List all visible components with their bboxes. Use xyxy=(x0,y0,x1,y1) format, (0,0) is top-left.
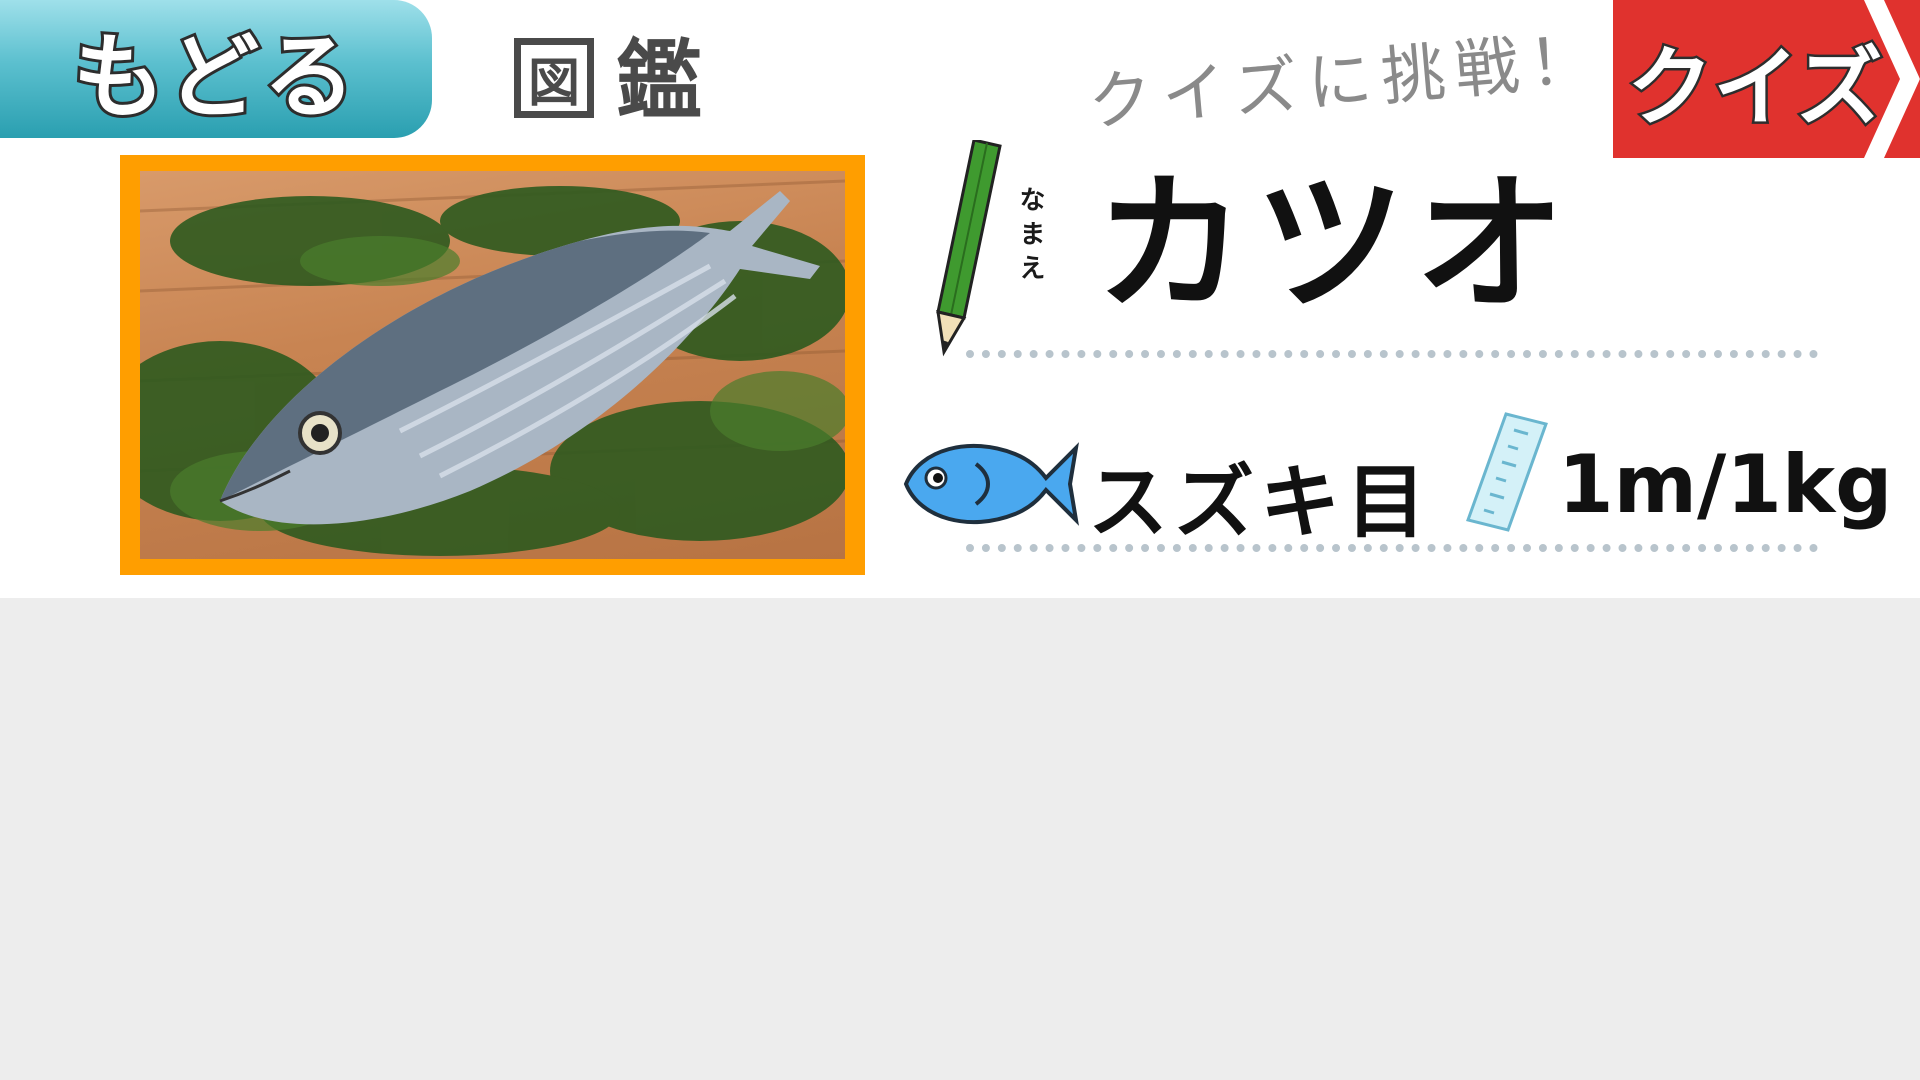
back-button-label: もどる xyxy=(70,21,360,134)
fish-name: カツオ xyxy=(1095,158,1576,332)
name-furigana: なまえ xyxy=(1015,186,1045,288)
page-title: 図 鑑 xyxy=(514,38,702,124)
page-title-char: 鑑 xyxy=(616,31,702,131)
page-title-boxed-char: 図 xyxy=(514,38,594,118)
pencil-icon xyxy=(936,140,1002,357)
back-button[interactable]: もどる xyxy=(0,0,432,138)
fish-photo-frame xyxy=(120,155,865,575)
name-underline xyxy=(966,350,1818,358)
fish-photo xyxy=(140,171,845,559)
ruler-icon xyxy=(1466,412,1548,532)
info-underline xyxy=(966,544,1818,552)
fish-order: スズキ目 xyxy=(1088,456,1432,549)
quiz-button[interactable]: クイズ xyxy=(1613,0,1920,158)
fish-icon xyxy=(903,442,1079,526)
quiz-button-label: クイズ xyxy=(1624,35,1884,140)
fish-size: 1m/1kg xyxy=(1558,438,1893,531)
bottom-panel xyxy=(0,598,1920,1080)
